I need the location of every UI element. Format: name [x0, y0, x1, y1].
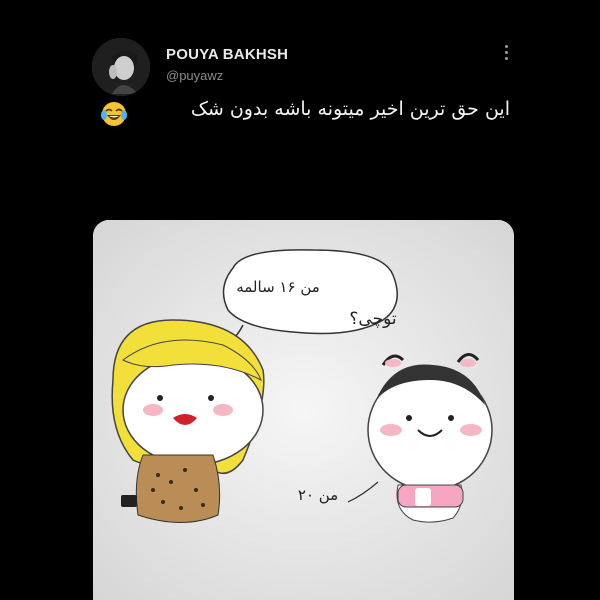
tweet-media-image[interactable]: من ۱۶ سالمه توچی؟ من ۲۰	[93, 220, 514, 600]
author-avatar[interactable]	[92, 38, 150, 96]
author-name[interactable]: POUYA BAKHSH	[166, 46, 288, 63]
tears-of-joy-emoji	[100, 100, 128, 128]
bubble-text-age-16: من ۱۶ سالمه	[236, 278, 320, 296]
bubble-text-age-20: من ۲۰	[298, 486, 338, 504]
avatar-photo	[92, 38, 150, 96]
author-handle[interactable]: @puyawz	[166, 68, 223, 83]
bubble-text-question: توچی؟	[349, 309, 396, 329]
more-options-icon[interactable]	[500, 42, 512, 64]
tweet-text: این حق ترین اخیر میتونه باشه بدون شک	[190, 98, 510, 120]
